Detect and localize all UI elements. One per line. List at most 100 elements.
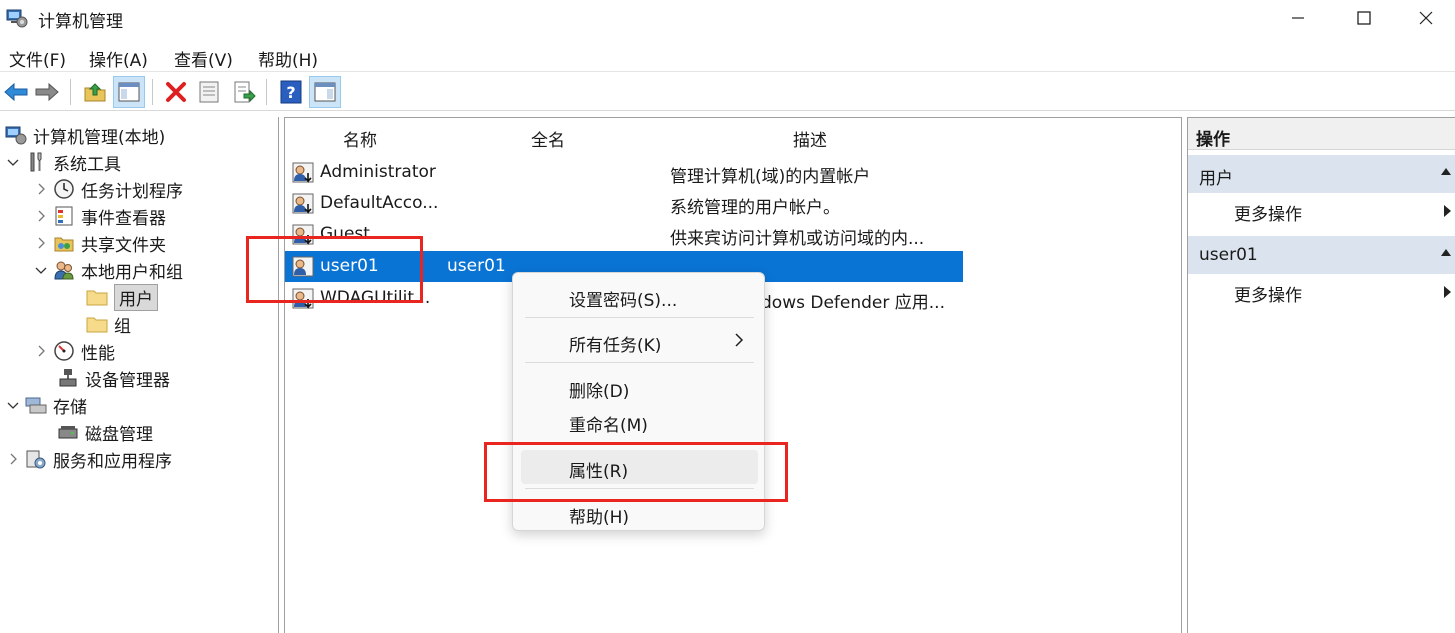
cell-description: 管理计算机(域)的内置帐户 [670, 167, 871, 187]
cell-description: 供来宾访问计算机或访问域的内... [670, 229, 925, 249]
tree-item-label: 系统工具 [53, 154, 121, 175]
show-hide-action-pane-icon [314, 82, 336, 102]
more-actions-label: 更多操作 [1234, 286, 1302, 306]
show-hide-tree-button[interactable] [113, 76, 145, 108]
maximize-icon [1357, 11, 1371, 25]
event-viewer-icon [52, 205, 76, 227]
tree-item-storage[interactable]: 存储 [6, 392, 87, 418]
minimize-icon [1292, 17, 1304, 19]
table-row[interactable]: DefaultAcco... 系统管理的用户帐户。 [285, 188, 963, 219]
export-list-icon [234, 81, 256, 103]
title-bar: 计算机管理 [0, 0, 1455, 38]
cell-description: dows Defender 应用... [761, 293, 945, 313]
export-list-button[interactable] [228, 76, 260, 108]
chevron-down-icon[interactable] [34, 263, 48, 277]
action-section-user01[interactable]: user01 [1188, 236, 1455, 274]
toolbar-separator [266, 79, 267, 105]
chevron-down-icon[interactable] [6, 155, 20, 169]
tree-item-disk-management[interactable]: 磁盘管理 [56, 419, 153, 445]
tree-item-users[interactable]: 用户 [85, 283, 158, 311]
tree-item-device-manager[interactable]: 设备管理器 [56, 365, 170, 391]
action-pane-title-label: 操作 [1196, 130, 1230, 150]
tree-item-performance[interactable]: 性能 [34, 338, 115, 364]
properties-button[interactable] [193, 76, 225, 108]
menu-item-set-password[interactable]: 设置密码(S)... [521, 279, 758, 313]
chevron-right-icon[interactable] [6, 452, 20, 466]
column-header-name[interactable]: 名称 [343, 126, 377, 151]
services-icon [24, 448, 48, 470]
help-icon: ? [280, 80, 302, 104]
column-header-fullname[interactable]: 全名 [531, 126, 565, 151]
tree-item-system-tools[interactable]: 系统工具 [6, 149, 121, 175]
tree-item-event-viewer[interactable]: 事件查看器 [34, 203, 166, 229]
close-button[interactable] [1395, 0, 1455, 36]
toolbar-separator [70, 79, 71, 105]
svg-text:?: ? [286, 83, 295, 102]
more-actions-link[interactable]: 更多操作 [1188, 274, 1455, 310]
more-actions-label: 更多操作 [1234, 205, 1302, 225]
tree-item-groups[interactable]: 组 [85, 311, 131, 337]
chevron-down-icon[interactable] [6, 398, 20, 412]
tree-item-label: 共享文件夹 [81, 235, 166, 256]
up-folder-icon [84, 83, 106, 102]
tree-item-shared-folders[interactable]: 共享文件夹 [34, 230, 166, 256]
annotation-box-user01 [246, 236, 423, 303]
menu-item-delete[interactable]: 删除(D) [521, 370, 758, 404]
up-button[interactable] [79, 76, 111, 108]
toolbar: ? [0, 73, 1455, 111]
table-row[interactable]: Administrator 管理计算机(域)的内置帐户 [285, 157, 963, 188]
tree-item-label: 服务和应用程序 [53, 451, 172, 472]
menu-separator [525, 317, 754, 318]
annotation-box-properties [484, 442, 788, 502]
computer-management-icon [6, 9, 28, 28]
menu-file[interactable]: 文件(F) [9, 46, 66, 71]
cell-name: DefaultAcco... [320, 193, 439, 213]
menu-view[interactable]: 查看(V) [174, 46, 233, 71]
show-hide-tree-icon [118, 82, 140, 102]
action-section-users[interactable]: 用户 [1188, 155, 1455, 193]
menu-item-label: 重命名(M) [569, 416, 648, 436]
menu-item-all-tasks[interactable]: 所有任务(K) [521, 324, 758, 358]
minimize-button[interactable] [1267, 0, 1329, 36]
action-section-label: user01 [1199, 245, 1258, 265]
tree-item-label: 本地用户和组 [81, 262, 183, 283]
tree-item-services-apps[interactable]: 服务和应用程序 [6, 446, 172, 472]
delete-button[interactable] [160, 76, 192, 108]
users-groups-icon [52, 259, 76, 281]
chevron-right-icon[interactable] [34, 182, 48, 196]
tree-item-local-users-groups[interactable]: 本地用户和组 [34, 257, 183, 283]
tree-item-root[interactable]: 计算机管理(本地) [4, 122, 165, 148]
chevron-right-icon[interactable] [34, 236, 48, 250]
column-header-description[interactable]: 描述 [793, 126, 827, 151]
tools-icon [24, 151, 48, 173]
show-hide-action-pane-button[interactable] [309, 76, 341, 108]
menu-separator [525, 362, 754, 363]
back-button[interactable] [0, 76, 32, 108]
menu-help[interactable]: 帮助(H) [258, 46, 318, 71]
help-button[interactable]: ? [275, 76, 307, 108]
action-pane-title: 操作 [1188, 118, 1455, 150]
menu-item-label: 删除(D) [569, 382, 630, 402]
forward-icon [35, 82, 59, 102]
maximize-button[interactable] [1333, 0, 1395, 36]
more-actions-link[interactable]: 更多操作 [1188, 193, 1455, 229]
menu-action[interactable]: 操作(A) [89, 46, 148, 71]
chevron-right-icon[interactable] [34, 344, 48, 358]
menu-item-label: 所有任务(K) [569, 336, 662, 356]
tree-item-label: 用户 [114, 283, 158, 311]
folder-icon [85, 313, 109, 335]
menu-item-rename[interactable]: 重命名(M) [521, 404, 758, 438]
user-icon [292, 193, 314, 214]
tree-item-label: 计算机管理(本地) [33, 127, 166, 148]
folder-icon [85, 286, 109, 308]
back-icon [4, 82, 28, 102]
navigation-tree: 计算机管理(本地) 系统工具 任务计划程序 事件查看器 共享文件夹 本地用户和组… [0, 117, 279, 633]
menu-item-label: 帮助(H) [569, 508, 630, 528]
chevron-right-icon[interactable] [34, 209, 48, 223]
disk-icon [56, 421, 80, 443]
menu-item-label: 设置密码(S)... [569, 291, 678, 311]
forward-button[interactable] [31, 76, 63, 108]
collapse-up-icon [1441, 249, 1451, 256]
storage-icon [24, 394, 48, 416]
tree-item-task-scheduler[interactable]: 任务计划程序 [34, 176, 183, 202]
